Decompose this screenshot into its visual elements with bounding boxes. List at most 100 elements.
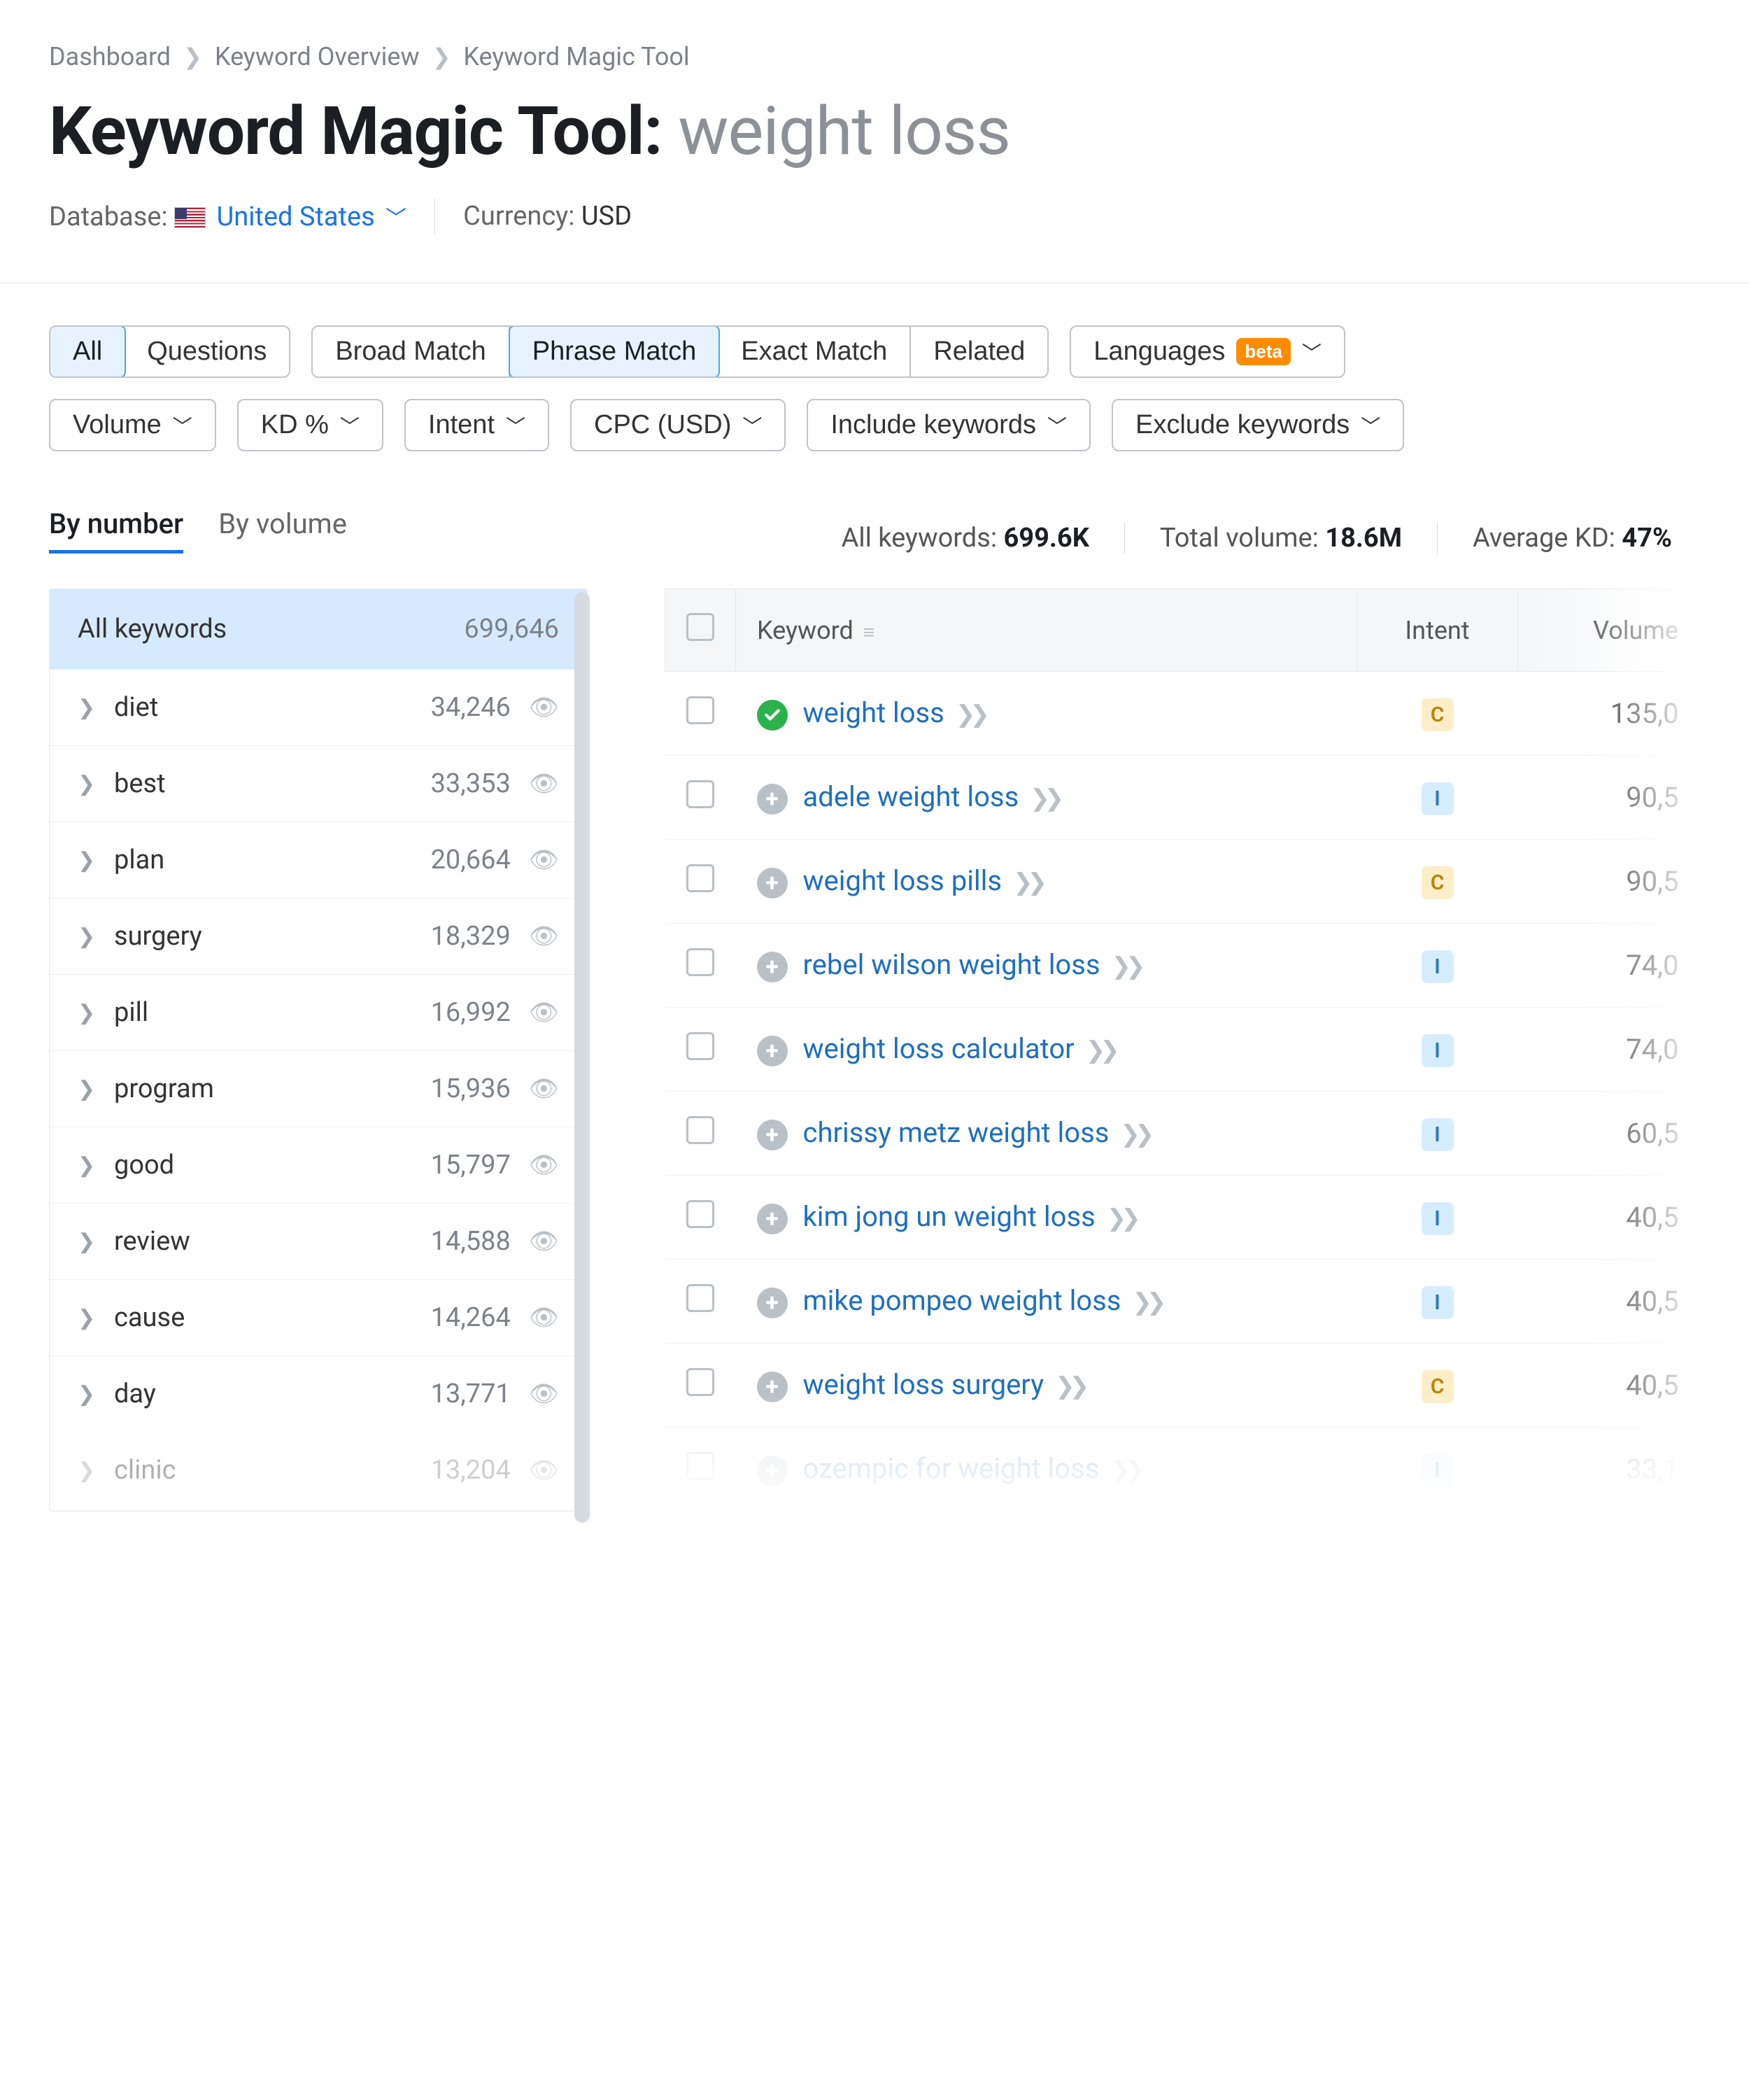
sidebar-all-keywords[interactable]: All keywords 699,646	[50, 589, 587, 669]
eye-icon[interactable]: 👁	[529, 1304, 559, 1332]
filter-cpc-usd--dropdown[interactable]: CPC (USD) ﹀	[570, 399, 786, 451]
tab-by-number[interactable]: By number	[49, 507, 183, 554]
checkbox[interactable]	[686, 1368, 714, 1396]
filter-questions[interactable]: Questions	[125, 327, 289, 376]
filter-exact-match[interactable]: Exact Match	[718, 327, 911, 376]
eye-icon[interactable]: 👁	[529, 693, 559, 721]
sidebar-item-count: 14,588	[392, 1226, 511, 1257]
tab-by-volume[interactable]: By volume	[218, 507, 347, 554]
checkbox[interactable]	[686, 864, 714, 892]
table-row: +adele weight loss❯❯I90,5	[665, 756, 1700, 840]
languages-button[interactable]: Languages beta ﹀	[1070, 325, 1345, 378]
intent-header[interactable]: Intent	[1357, 589, 1518, 672]
stat-label: Total volume:	[1160, 523, 1319, 554]
chevrons-right-icon[interactable]: ❯❯	[956, 700, 984, 728]
checkbox[interactable]	[686, 1452, 714, 1480]
plus-circle-icon[interactable]: +	[757, 1372, 788, 1402]
sidebar-item-good[interactable]: ❯good15,797👁	[50, 1127, 587, 1203]
keyword-link[interactable]: ozempic for weight loss	[803, 1452, 1100, 1485]
intent-badge: C	[1422, 1370, 1454, 1403]
keyword-link[interactable]: weight loss calculator	[803, 1032, 1075, 1065]
scrollbar[interactable]	[574, 592, 590, 1523]
checkbox[interactable]	[686, 780, 714, 808]
checkbox[interactable]	[686, 1116, 714, 1144]
chevrons-right-icon[interactable]: ❯❯	[1055, 1372, 1084, 1400]
keyword-link[interactable]: weight loss	[803, 696, 944, 729]
eye-icon[interactable]: 👁	[529, 1456, 559, 1484]
filter-intent-dropdown[interactable]: Intent ﹀	[404, 399, 549, 451]
intent-badge: I	[1422, 1454, 1454, 1487]
intent-badge: I	[1422, 1034, 1454, 1067]
filter-broad-match[interactable]: Broad Match	[313, 327, 509, 376]
breadcrumb-overview[interactable]: Keyword Overview	[215, 42, 420, 71]
checkbox[interactable]	[686, 948, 714, 976]
table-row: +rebel wilson weight loss❯❯I74,0	[665, 924, 1700, 1008]
eye-icon[interactable]: 👁	[529, 1227, 559, 1255]
sidebar-item-diet[interactable]: ❯diet34,246👁	[50, 669, 587, 745]
filter-kd--dropdown[interactable]: KD % ﹀	[237, 399, 383, 451]
us-flag-icon	[174, 207, 206, 228]
sidebar-item-program[interactable]: ❯program15,936👁	[50, 1050, 587, 1127]
filter-volume-dropdown[interactable]: Volume ﹀	[49, 399, 216, 451]
sidebar-item-cause[interactable]: ❯cause14,264👁	[50, 1279, 587, 1355]
checkbox[interactable]	[686, 1284, 714, 1312]
checkbox-icon[interactable]	[686, 613, 714, 641]
keyword-link[interactable]: chrissy metz weight loss	[803, 1116, 1110, 1149]
sidebar-item-plan[interactable]: ❯plan20,664👁	[50, 822, 587, 898]
chevrons-right-icon[interactable]: ❯❯	[1030, 784, 1058, 812]
plus-circle-icon[interactable]: +	[757, 1036, 788, 1066]
chevrons-right-icon[interactable]: ❯❯	[1120, 1120, 1149, 1148]
chevrons-right-icon[interactable]: ❯❯	[1112, 952, 1140, 980]
chevrons-right-icon[interactable]: ❯❯	[1013, 868, 1042, 896]
breadcrumb-tool[interactable]: Keyword Magic Tool	[463, 42, 689, 71]
divider	[434, 199, 435, 234]
eye-icon[interactable]: 👁	[529, 1075, 559, 1103]
database-selector[interactable]: Database: United States ﹀	[49, 201, 406, 232]
sidebar-item-clinic[interactable]: ❯clinic13,204👁	[50, 1432, 587, 1508]
volume-header[interactable]: Volume	[1518, 589, 1700, 672]
eye-icon[interactable]: 👁	[529, 922, 559, 950]
filter-phrase-match[interactable]: Phrase Match	[509, 325, 720, 378]
chevrons-right-icon[interactable]: ❯❯	[1107, 1204, 1135, 1232]
eye-icon[interactable]: 👁	[529, 770, 559, 798]
table-row: +mike pompeo weight loss❯❯I40,5	[665, 1260, 1700, 1344]
chevrons-right-icon[interactable]: ❯❯	[1132, 1288, 1161, 1316]
sidebar-item-surgery[interactable]: ❯surgery18,329👁	[50, 898, 587, 974]
plus-circle-icon[interactable]: +	[757, 1288, 788, 1318]
select-all-header[interactable]	[665, 589, 736, 672]
keyword-link[interactable]: weight loss pills	[803, 864, 1003, 897]
checkbox[interactable]	[686, 696, 714, 724]
dropdown-label: Exclude keywords	[1135, 410, 1350, 440]
plus-circle-icon[interactable]: +	[757, 1120, 788, 1150]
filter-include-keywords-dropdown[interactable]: Include keywords ﹀	[807, 399, 1091, 451]
sidebar-item-pill[interactable]: ❯pill16,992👁	[50, 974, 587, 1050]
keyword-link[interactable]: kim jong un weight loss	[803, 1200, 1096, 1233]
filter-all[interactable]: All	[49, 325, 126, 378]
table-row: weight loss❯❯C135,0	[665, 672, 1700, 756]
filter-related[interactable]: Related	[911, 327, 1047, 376]
keyword-header[interactable]: Keyword≡	[736, 589, 1357, 672]
keyword-link[interactable]: weight loss surgery	[803, 1368, 1045, 1401]
eye-icon[interactable]: 👁	[529, 1151, 559, 1179]
breadcrumb-dashboard[interactable]: Dashboard	[49, 42, 171, 71]
plus-circle-icon[interactable]: +	[757, 1456, 788, 1486]
sidebar-item-review[interactable]: ❯review14,588👁	[50, 1203, 587, 1279]
sidebar-item-day[interactable]: ❯day13,771👁	[50, 1355, 587, 1432]
checkbox[interactable]	[686, 1200, 714, 1228]
keyword-link[interactable]: rebel wilson weight loss	[803, 948, 1100, 981]
plus-circle-icon[interactable]: +	[757, 952, 788, 982]
chevrons-right-icon[interactable]: ❯❯	[1086, 1036, 1114, 1064]
chevrons-right-icon[interactable]: ❯❯	[1110, 1456, 1139, 1484]
keyword-link[interactable]: mike pompeo weight loss	[803, 1284, 1121, 1317]
checkbox[interactable]	[686, 1032, 714, 1060]
sidebar-item-count: 13,204	[392, 1455, 511, 1486]
keyword-link[interactable]: adele weight loss	[803, 780, 1019, 813]
sidebar-item-best[interactable]: ❯best33,353👁	[50, 745, 587, 822]
eye-icon[interactable]: 👁	[529, 1380, 559, 1408]
filter-exclude-keywords-dropdown[interactable]: Exclude keywords ﹀	[1112, 399, 1404, 451]
plus-circle-icon[interactable]: +	[757, 1204, 788, 1234]
eye-icon[interactable]: 👁	[529, 846, 559, 874]
plus-circle-icon[interactable]: +	[757, 868, 788, 899]
plus-circle-icon[interactable]: +	[757, 784, 788, 815]
eye-icon[interactable]: 👁	[529, 999, 559, 1027]
